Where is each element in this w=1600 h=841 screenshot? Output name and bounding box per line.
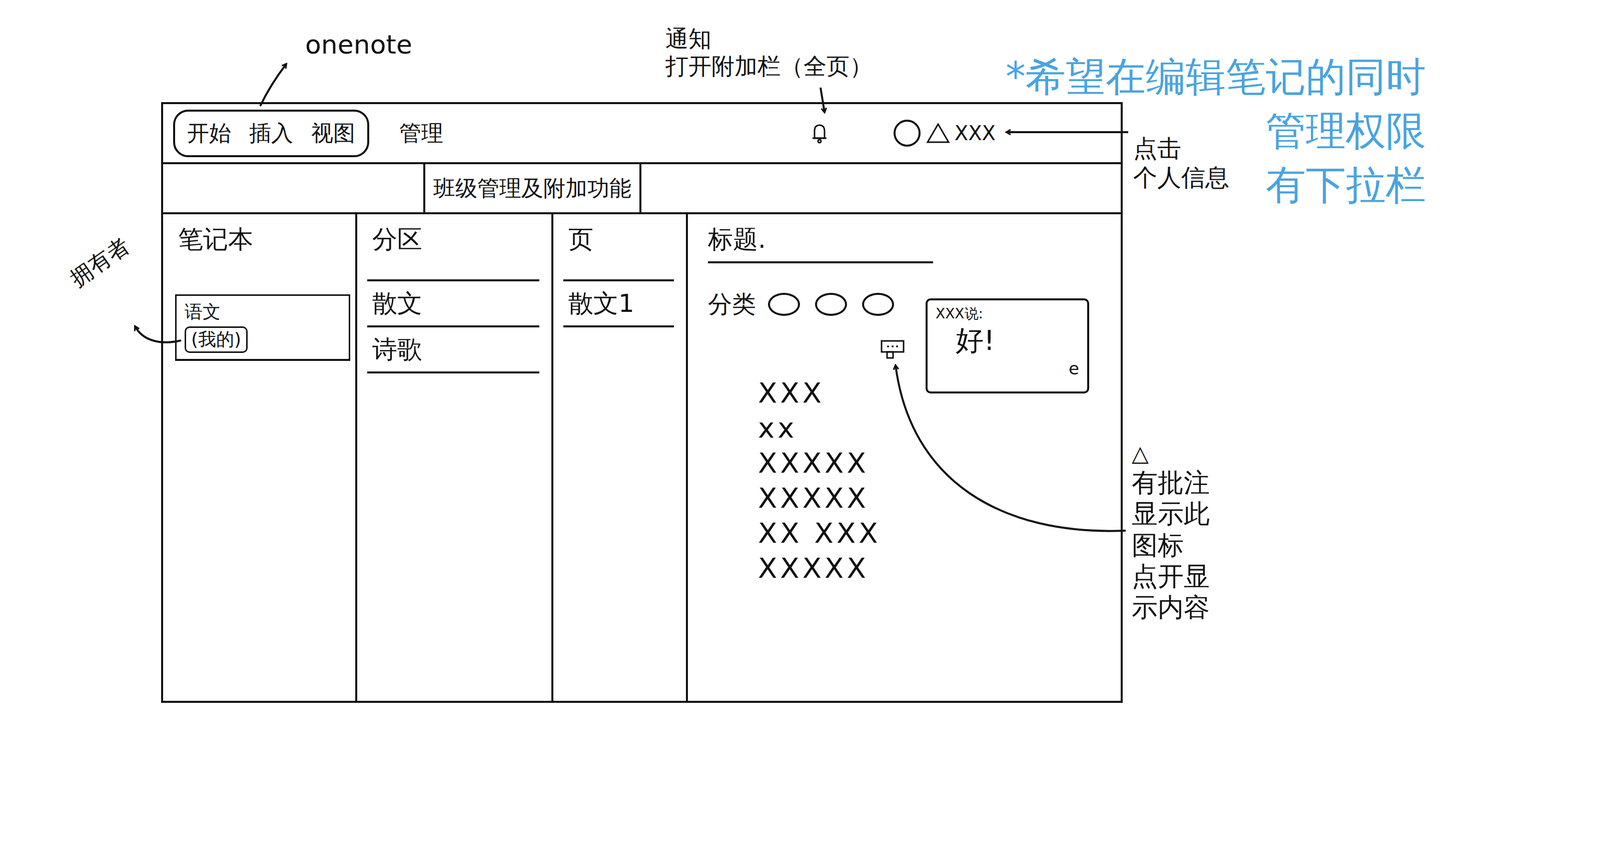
notebook-name: 语文 <box>184 300 341 323</box>
page-view: 标题. 分类 XXXxxXXXXXXXXXXXX XXXXXXXX XXX说: … <box>687 214 1121 701</box>
sub-bar: 班级管理及附加功能 <box>163 164 1121 215</box>
comment-e-icon[interactable]: e <box>1068 358 1080 379</box>
content-line: XXXXX <box>757 550 919 586</box>
app-window: 开始插入视图 管理 XXX 班级管理及附加功能 笔记本 语文 (我的) 分区 散… <box>161 102 1123 703</box>
app-label-arrow <box>260 64 287 107</box>
section-item[interactable]: 诗歌 <box>367 327 540 374</box>
content-line: XXXXX <box>757 480 919 516</box>
wish-note-line: *希望在编辑笔记的同时 <box>1005 50 1426 105</box>
comment-popup: XXX说: 好! e <box>925 298 1090 394</box>
menu-group: 开始插入视图 <box>173 109 370 158</box>
page-title[interactable]: 标题. <box>707 224 934 264</box>
page-content[interactable]: XXXxxXXXXXXXXXXXX XXXXXXXX <box>757 375 919 586</box>
column-header: 分区 <box>357 214 552 255</box>
section-list: 散文诗歌 <box>367 279 540 374</box>
section-item[interactable]: 散文 <box>367 279 540 328</box>
columns: 笔记本 语文 (我的) 分区 散文诗歌 页 散文1 标题. 分类 XXXxxXX… <box>163 214 1121 701</box>
comment-note-line: 有批注 <box>1131 466 1210 498</box>
owner-badge: (我的) <box>184 326 248 353</box>
bell-icon[interactable] <box>810 122 829 145</box>
content-line: XX XXX <box>757 515 919 551</box>
menu-item[interactable]: 插入 <box>249 118 294 149</box>
user-note-line: 点击 <box>1133 134 1230 164</box>
page-list: 散文1 <box>563 279 674 328</box>
notification-note-text: 打开附加栏（全页） <box>665 52 873 81</box>
bell-arrow <box>820 87 825 113</box>
content-line: XXXXX <box>757 445 919 481</box>
comment-note-line: 图标 <box>1131 529 1210 561</box>
notebook-item[interactable]: 语文 (我的) <box>175 294 351 361</box>
wish-note-line: 有下拉栏 <box>1265 158 1426 213</box>
owner-arrow <box>135 326 182 343</box>
user-note: 点击个人信息 <box>1133 134 1230 192</box>
category-tag[interactable] <box>815 292 848 316</box>
notification-note: 通知 打开附加栏（全页） <box>665 25 873 81</box>
comment-arrow <box>895 365 1126 531</box>
section-column: 分区 散文诗歌 <box>357 214 554 701</box>
avatar-icon[interactable] <box>893 119 921 147</box>
wish-note-line: 管理权限 <box>1265 104 1426 159</box>
notification-note-title: 通知 <box>665 25 873 53</box>
triangle-icon[interactable] <box>925 122 951 145</box>
comment-icon[interactable] <box>880 339 906 360</box>
column-header: 笔记本 <box>163 214 356 255</box>
content-line: XXX <box>757 375 919 411</box>
toolbar: 开始插入视图 管理 XXX <box>163 104 1121 165</box>
comment-text: 好! <box>935 322 1080 359</box>
page-item[interactable]: 散文1 <box>563 279 674 328</box>
class-management-bar[interactable]: 班级管理及附加功能 <box>423 164 642 213</box>
user-name[interactable]: XXX <box>954 121 996 145</box>
comment-note-icon: △ <box>1131 440 1210 467</box>
content-line: xx <box>757 410 919 446</box>
comment-author: XXX说: <box>935 305 1080 323</box>
comment-note-line: 显示此 <box>1131 497 1210 529</box>
category-label: 分类 <box>707 288 756 321</box>
comment-note: △ 有批注显示此图标点开显示内容 <box>1131 440 1210 623</box>
menu-item[interactable]: 管理 <box>399 118 444 149</box>
menu-item[interactable]: 视图 <box>311 118 356 149</box>
category-tag[interactable] <box>862 292 895 316</box>
comment-note-line: 点开显 <box>1131 560 1210 592</box>
notebook-column: 笔记本 语文 (我的) <box>163 214 358 701</box>
category-tag[interactable] <box>767 292 800 316</box>
user-note-line: 个人信息 <box>1133 163 1230 193</box>
wireframe-canvas: onenote 通知 打开附加栏（全页） *希望在编辑笔记的同时管理权限有下拉栏… <box>0 0 1600 841</box>
owner-note: 拥有者 <box>65 232 135 292</box>
menu-item[interactable]: 开始 <box>187 118 232 149</box>
column-header: 页 <box>553 214 686 255</box>
page-column: 页 散文1 <box>553 214 688 701</box>
app-label-note: onenote <box>305 29 413 61</box>
annotation-arrows <box>0 0 1600 841</box>
comment-note-line: 示内容 <box>1131 591 1210 623</box>
user-arrow <box>1006 131 1129 134</box>
